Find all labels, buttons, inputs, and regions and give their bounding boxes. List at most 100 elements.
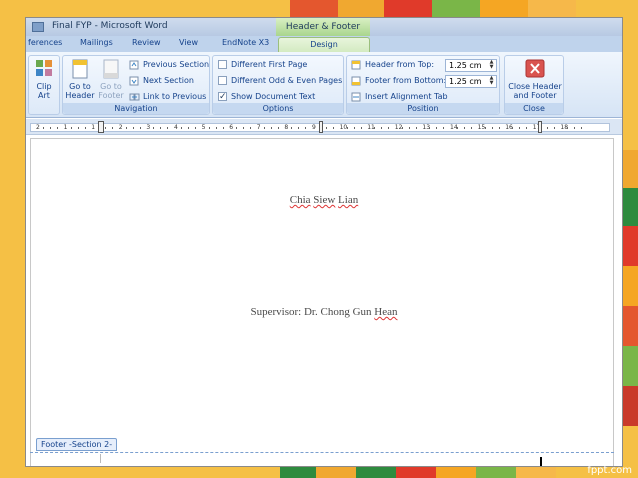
ruler-tick xyxy=(270,127,272,129)
ruler-tick xyxy=(374,127,376,129)
ruler-tick xyxy=(208,127,210,129)
tab-view[interactable]: View xyxy=(179,38,198,47)
tab-review[interactable]: Review xyxy=(132,38,161,47)
different-odd-even-check-icon xyxy=(218,76,227,85)
ruler-tick xyxy=(333,127,334,129)
tab-design[interactable]: Design xyxy=(278,37,370,53)
ruler-tick xyxy=(436,127,438,129)
contextual-tools-label: Header & Footer Tools xyxy=(276,18,370,50)
ruler-tick xyxy=(84,127,86,129)
previous-section-button[interactable]: Previous Section xyxy=(129,58,209,72)
go-to-footer-button[interactable]: Go to Footer xyxy=(96,59,126,100)
footer-from-bottom-label-row: Footer from Bottom: xyxy=(351,74,446,88)
ruler-number: 7 xyxy=(256,124,261,131)
ruler-tick xyxy=(125,127,127,129)
clip-art-button[interactable]: Clip Art xyxy=(31,59,57,100)
ruler-tick xyxy=(408,127,410,129)
ruler-tick xyxy=(181,127,182,129)
tab-endnote[interactable]: EndNote X3 xyxy=(222,38,269,47)
tab-mailings[interactable]: Mailings xyxy=(80,38,113,47)
page-edge xyxy=(30,138,614,466)
ruler-number: 4 xyxy=(174,124,178,131)
ruler-tick xyxy=(512,127,514,129)
ruler-tick xyxy=(519,127,521,129)
ruler-tick xyxy=(153,127,155,129)
alignment-tab-icon xyxy=(351,92,361,101)
go-to-header-icon xyxy=(72,59,88,79)
header-from-top-input[interactable]: 1.25 cm ▲ ▼ xyxy=(445,59,497,72)
ruler-tick xyxy=(484,127,486,129)
author-last-name: Lian xyxy=(338,194,359,206)
quick-access-save-icon[interactable] xyxy=(32,22,44,32)
word-window: Final FYP - Microsoft Word Header & Foot… xyxy=(26,18,622,466)
group-insert: Clip Art xyxy=(28,55,60,115)
link-to-previous-button[interactable]: Link to Previous xyxy=(129,90,206,104)
ruler-number: 8 xyxy=(284,124,289,131)
author-name[interactable]: Chia Siew Lian xyxy=(26,194,622,206)
center-tab-marker[interactable] xyxy=(319,121,323,133)
group-options: Different First Page Different Odd & Eve… xyxy=(212,55,344,115)
ruler-number: 5 xyxy=(201,124,206,131)
different-odd-even-label: Different Odd & Even Pages xyxy=(231,76,343,85)
group-position: Header from Top: 1.25 cm ▲ ▼ Footer from … xyxy=(346,55,500,115)
ruler-number: 2 xyxy=(118,124,123,131)
right-tab-marker[interactable] xyxy=(538,121,542,133)
different-first-page-checkbox[interactable]: Different First Page xyxy=(218,58,307,72)
ruler-tick xyxy=(188,127,189,129)
close-header-footer-label: Close Header and Footer xyxy=(508,82,562,100)
show-document-text-check-icon xyxy=(218,90,227,104)
insert-alignment-tab-button[interactable]: Insert Alignment Tab xyxy=(351,90,448,104)
ruler-tick xyxy=(498,127,500,129)
ruler-tick xyxy=(132,127,134,129)
ruler-tick xyxy=(70,127,72,129)
header-from-top-spinner-icon[interactable]: ▲ ▼ xyxy=(488,60,495,70)
ruler-tick xyxy=(415,127,417,129)
tab-references[interactable]: ferences xyxy=(28,38,62,47)
previous-section-icon xyxy=(129,60,139,69)
ruler-tick xyxy=(457,127,458,129)
ruler-tick xyxy=(567,127,569,129)
footer-from-bottom-spinner-icon[interactable]: ▲ ▼ xyxy=(488,76,495,86)
go-to-header-button[interactable]: Go to Header xyxy=(65,59,95,100)
footer-left-marker xyxy=(100,454,101,463)
close-group-label: Close xyxy=(505,103,563,114)
document-area[interactable]: Chia Siew Lian Supervisor: Dr. Chong Gun… xyxy=(26,136,622,466)
next-section-button[interactable]: Next Section xyxy=(129,74,194,88)
ruler-tick xyxy=(546,127,548,129)
header-from-top-label: Header from Top: xyxy=(365,60,435,69)
header-from-top-label-row: Header from Top: xyxy=(351,58,434,72)
ruler-tick xyxy=(222,127,224,129)
different-odd-even-checkbox[interactable]: Different Odd & Even Pages xyxy=(218,74,342,88)
ruler-tick xyxy=(443,127,445,129)
ruler-tick xyxy=(105,127,107,129)
left-indent-marker[interactable] xyxy=(98,121,104,133)
ruler-tick xyxy=(43,127,44,129)
ruler-tick xyxy=(112,127,114,129)
title-bar: Final FYP - Microsoft Word Header & Foot… xyxy=(26,18,622,50)
options-group-label: Options xyxy=(213,103,343,114)
different-first-page-check-icon xyxy=(218,60,227,69)
show-document-text-checkbox[interactable]: Show Document Text xyxy=(218,90,315,104)
footer-from-bottom-input[interactable]: 1.25 cm ▲ ▼ xyxy=(445,75,497,88)
ribbon-tabs: ferences Mailings Review View EndNote X3… xyxy=(26,36,622,53)
navigation-group-label: Navigation xyxy=(63,103,209,114)
ruler-tick xyxy=(250,127,252,129)
ruler-tick xyxy=(167,127,169,129)
ruler-tick xyxy=(195,127,196,129)
go-to-footer-icon xyxy=(103,59,119,79)
ruler-tick xyxy=(346,127,348,129)
ruler-tick xyxy=(50,127,51,129)
ruler-tick xyxy=(401,127,403,129)
supervisor-line[interactable]: Supervisor: Dr. Chong Gun Hean xyxy=(26,306,622,318)
ruler-tick xyxy=(291,127,293,129)
ruler-tick xyxy=(574,127,576,129)
position-group-label: Position xyxy=(347,103,499,114)
ruler-tick xyxy=(553,127,555,129)
horizontal-ruler[interactable]: 2 1 1 2 3 4 5 6 7 8 9 10 11 12 13 14 15 16 17 18 xyxy=(26,119,622,135)
different-first-page-label: Different First Page xyxy=(231,60,308,69)
close-header-footer-button[interactable]: Close Header and Footer xyxy=(507,59,563,100)
window-title: Final FYP - Microsoft Word xyxy=(52,21,168,31)
previous-section-label: Previous Section xyxy=(143,60,210,69)
close-icon xyxy=(525,59,545,78)
next-section-icon xyxy=(129,76,139,85)
